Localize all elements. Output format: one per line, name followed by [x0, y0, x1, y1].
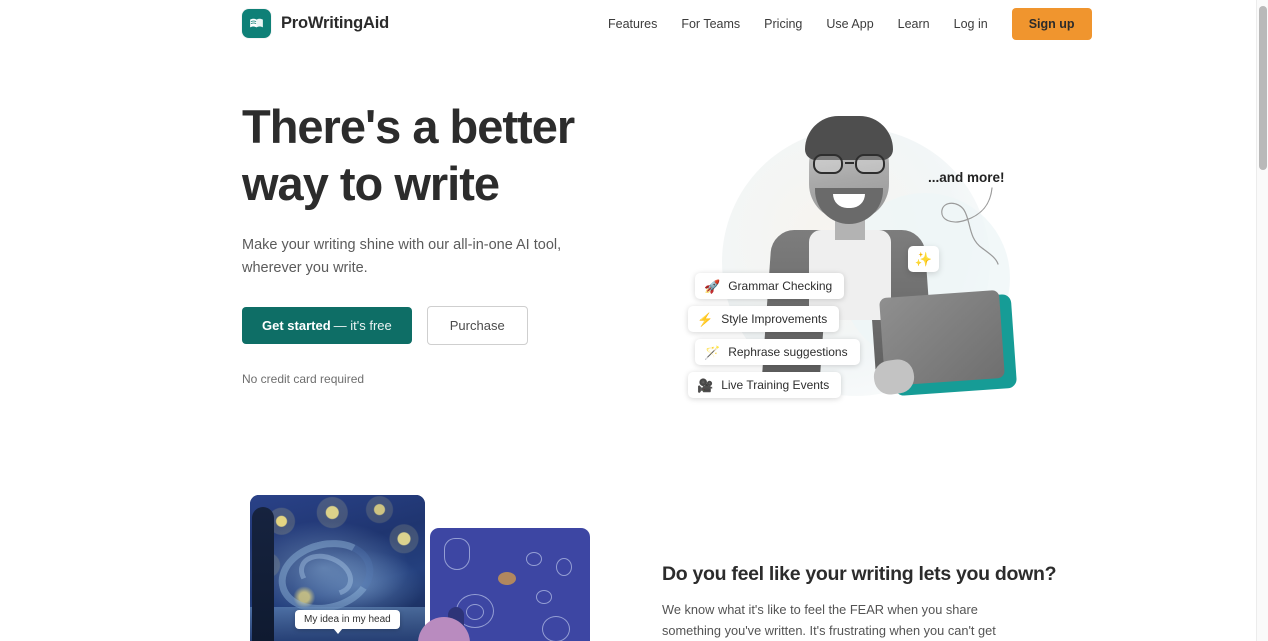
site-header: ProWritingAid Features For Teams Pricing…: [0, 0, 1256, 48]
doodle-shape: [536, 590, 552, 604]
glasses-bridge: [845, 162, 854, 165]
section2-copy: Do you feel like your writing lets you d…: [662, 563, 1057, 641]
nav-link-features[interactable]: Features: [596, 11, 669, 37]
doodle-shape: [556, 558, 572, 576]
section2-body: We know what it's like to feel the FEAR …: [662, 602, 996, 638]
and-more-annotation: ...and more!: [928, 170, 1005, 185]
nav-link-for-teams[interactable]: For Teams: [669, 11, 752, 37]
scrollbar-down-arrow[interactable]: [1257, 631, 1268, 641]
doodle-shape: [466, 604, 484, 620]
feature-card-grammar-checking[interactable]: 🚀 Grammar Checking: [695, 273, 845, 299]
page-root: ProWritingAid Features For Teams Pricing…: [0, 0, 1268, 641]
feature-label: Live Training Events: [721, 378, 830, 392]
feature-card-list: 🚀 Grammar Checking ⚡ Style Improvements …: [688, 273, 860, 398]
hero-section: There's a better way to write Make your …: [0, 48, 1256, 468]
hero-subtitle: Make your writing shine with our all-in-…: [242, 237, 562, 276]
feature-card-live-training-events[interactable]: 🎥 Live Training Events: [688, 372, 842, 398]
nav-link-learn[interactable]: Learn: [886, 11, 942, 37]
orange-blob: [498, 572, 516, 585]
squiggle-line-icon: [941, 187, 999, 265]
get-started-sublabel: — it's free: [333, 318, 392, 333]
glasses-icon: [812, 154, 886, 174]
purchase-button[interactable]: Purchase: [426, 306, 528, 345]
hero-title: There's a better way to write: [242, 100, 575, 210]
magic-wand-icon: 🪄: [704, 344, 721, 360]
glasses-lens-left: [813, 154, 843, 174]
feature-card-rephrase-suggestions[interactable]: 🪄 Rephrase suggestions: [695, 339, 860, 365]
nav-link-log-in[interactable]: Log in: [942, 11, 1000, 37]
no-credit-card-note: No credit card required: [242, 372, 365, 386]
nav-link-pricing[interactable]: Pricing: [752, 11, 814, 37]
section2-title: Do you feel like your writing lets you d…: [662, 563, 1057, 585]
doodle-shape: [542, 616, 570, 641]
feature-label: Grammar Checking: [728, 279, 833, 293]
artwork-comparison: My idea in my head: [250, 495, 630, 641]
my-idea-label: My idea in my head: [295, 610, 400, 634]
sparkle-icon: ✨: [908, 246, 939, 272]
brand-name: ProWritingAid: [281, 14, 390, 32]
sign-up-button[interactable]: Sign up: [1011, 8, 1092, 40]
doodle-shape: [444, 538, 470, 570]
scrollbar-thumb[interactable]: [1259, 6, 1267, 170]
get-started-button[interactable]: Get started — it's free: [242, 307, 412, 344]
feature-label: Style Improvements: [721, 312, 828, 326]
lightning-icon: ⚡: [697, 311, 714, 327]
feature-card-style-improvements[interactable]: ⚡ Style Improvements: [688, 306, 840, 332]
feature-label: Rephrase suggestions: [728, 345, 848, 359]
hero-cta-group: Get started — it's free Purchase: [242, 306, 642, 345]
rocket-icon: 🚀: [704, 278, 721, 294]
doodle-shape: [526, 552, 542, 566]
glasses-lens-right: [855, 154, 885, 174]
brand-logo-link[interactable]: ProWritingAid: [242, 9, 389, 38]
writing-lets-you-down-section: My idea in my head Do you feel like your…: [0, 468, 1256, 641]
book-pages-icon: [242, 9, 271, 38]
page-scrollbar[interactable]: [1256, 0, 1268, 641]
hero-copy: There's a better way to write Make your …: [242, 98, 642, 386]
hero-illustration: ✨ ...and more! 🚀 Grammar Checking ⚡ Styl…: [660, 98, 1030, 438]
main-navigation: Features For Teams Pricing Use App Learn…: [596, 0, 1092, 48]
cypress-tree: [252, 507, 274, 641]
video-camera-icon: 🎥: [697, 377, 714, 393]
get-started-label: Get started: [262, 318, 331, 333]
nav-link-use-app[interactable]: Use App: [814, 11, 885, 37]
